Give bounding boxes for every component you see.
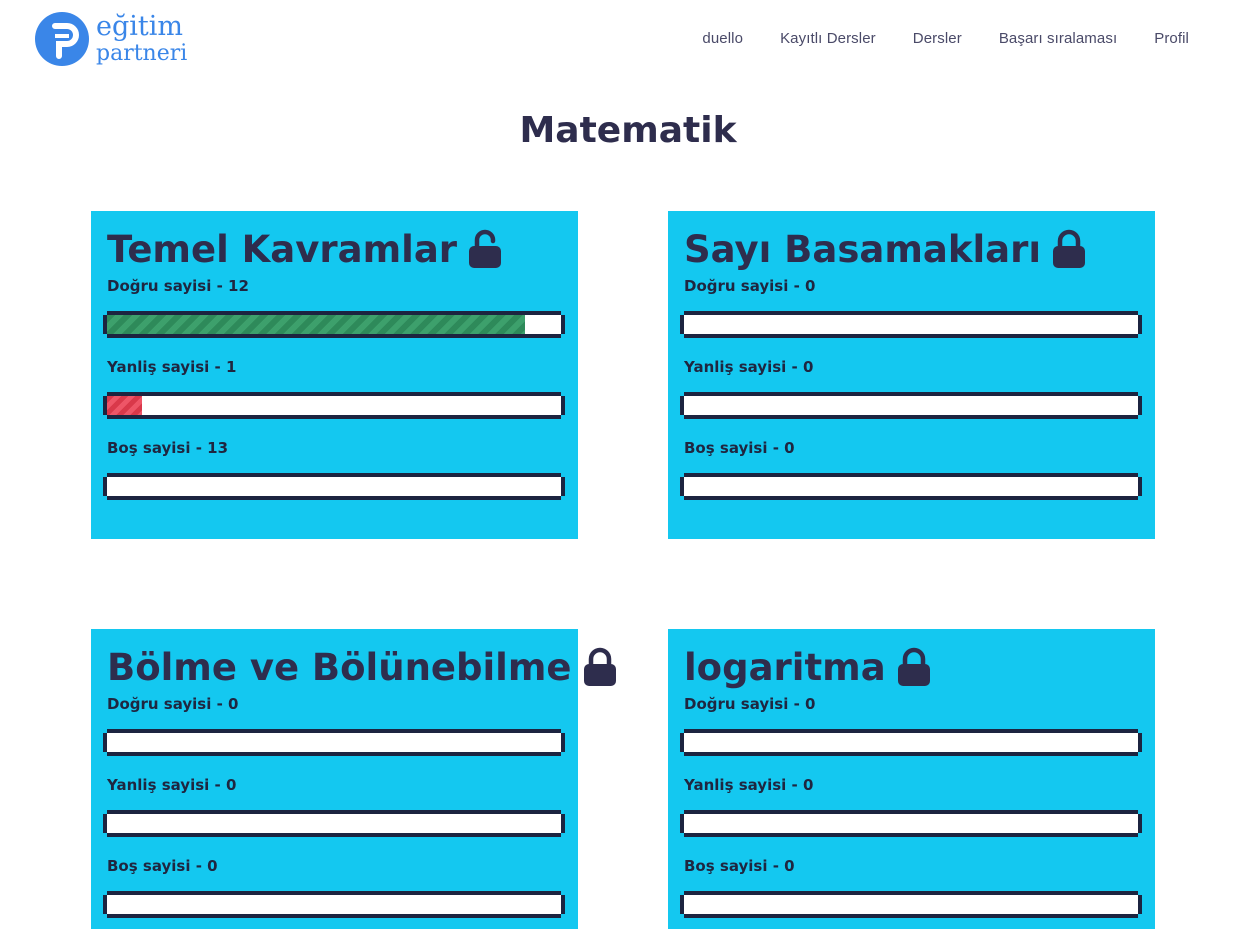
progress-bar bbox=[103, 473, 565, 500]
progress-bar bbox=[103, 392, 565, 419]
stat-1: Yanliş sayisi - 1 bbox=[103, 358, 566, 419]
stat-2: Boş sayisi - 0 bbox=[680, 857, 1143, 918]
topic-card-sayi-basamaklari[interactable]: Sayı Basamakları Doğru sayisi - 0 Yanliş s… bbox=[668, 211, 1155, 539]
topic-card-logaritma[interactable]: logaritma Doğru sayisi - 0 Yanliş sayisi -… bbox=[668, 629, 1155, 929]
lock-closed-icon bbox=[896, 647, 932, 687]
page-title: Matematik bbox=[519, 110, 737, 151]
stat-1: Yanliş sayisi - 0 bbox=[680, 358, 1143, 419]
progress-bar bbox=[103, 311, 565, 338]
stat-label: Doğru sayisi - 0 bbox=[684, 277, 816, 295]
stat-label: Yanliş sayisi - 1 bbox=[107, 358, 237, 376]
stat-2: Boş sayisi - 0 bbox=[103, 857, 566, 918]
stat-label: Boş sayisi - 0 bbox=[107, 857, 218, 875]
header: eğitim partneri duello Kayıtlı Dersler D… bbox=[0, 0, 1256, 84]
logo-text-line2: partneri bbox=[96, 40, 188, 66]
progress-bar bbox=[680, 311, 1142, 338]
progress-bar bbox=[103, 810, 565, 837]
topic-card-bolme-ve-bolunebilme[interactable]: Bölme ve Bölünebilme Doğru sayisi - 0 Yanl… bbox=[91, 629, 616, 929]
nav-item-duello[interactable]: duello bbox=[702, 30, 743, 47]
logo[interactable]: eğitim partneri bbox=[35, 12, 187, 66]
stat-label: Yanliş sayisi - 0 bbox=[684, 358, 814, 376]
progress-bar bbox=[680, 392, 1142, 419]
stat-label: Boş sayisi - 0 bbox=[684, 857, 795, 875]
progress-bar bbox=[103, 729, 565, 756]
progress-bar bbox=[680, 729, 1142, 756]
nav-item-profil[interactable]: Profil bbox=[1154, 30, 1189, 47]
progress-fill bbox=[107, 315, 525, 334]
card-title: Sayı Basamakları bbox=[684, 225, 1143, 273]
stat-1: Yanliş sayisi - 0 bbox=[680, 776, 1143, 837]
card-title-text: Bölme ve Bölünebilme bbox=[107, 645, 572, 689]
progress-fill bbox=[107, 396, 142, 415]
stat-label: Doğru sayisi - 0 bbox=[107, 695, 239, 713]
stat-label: Doğru sayisi - 0 bbox=[684, 695, 816, 713]
logo-mark-icon bbox=[35, 12, 89, 66]
stat-2: Boş sayisi - 0 bbox=[680, 439, 1143, 500]
stat-1: Yanliş sayisi - 0 bbox=[103, 776, 566, 837]
stat-2: Boş sayisi - 13 bbox=[103, 439, 566, 500]
stat-label: Boş sayisi - 13 bbox=[107, 439, 229, 457]
stat-label: Doğru sayisi - 12 bbox=[107, 277, 249, 295]
card-title: logaritma bbox=[684, 643, 1143, 691]
card-title-text: Temel Kavramlar bbox=[107, 227, 458, 271]
stat-0: Doğru sayisi - 0 bbox=[680, 277, 1143, 338]
nav-item-dersler[interactable]: Dersler bbox=[913, 30, 962, 47]
nav-item-kayitli-dersler[interactable]: Kayıtlı Dersler bbox=[780, 30, 876, 47]
logo-text-line1: eğitim bbox=[96, 10, 183, 42]
card-title-text: logaritma bbox=[684, 645, 886, 689]
lock-closed-icon bbox=[1051, 229, 1087, 269]
stat-label: Yanliş sayisi - 0 bbox=[107, 776, 237, 794]
stat-label: Yanliş sayisi - 0 bbox=[684, 776, 814, 794]
stat-label: Boş sayisi - 0 bbox=[684, 439, 795, 457]
card-title-text: Sayı Basamakları bbox=[684, 227, 1042, 271]
card-title: Temel Kavramlar bbox=[107, 225, 566, 273]
progress-bar bbox=[680, 810, 1142, 837]
main-nav: duello Kayıtlı Dersler Dersler Başarı sı… bbox=[665, 30, 1189, 47]
stat-0: Doğru sayisi - 12 bbox=[103, 277, 566, 338]
lock-closed-icon bbox=[582, 647, 618, 687]
progress-bar bbox=[680, 473, 1142, 500]
stat-0: Doğru sayisi - 0 bbox=[103, 695, 566, 756]
topic-card-temel-kavramlar[interactable]: Temel Kavramlar Doğru sayisi - 12 Yanliş s… bbox=[91, 211, 578, 539]
progress-bar bbox=[103, 891, 565, 918]
stat-0: Doğru sayisi - 0 bbox=[680, 695, 1143, 756]
card-title: Bölme ve Bölünebilme bbox=[107, 643, 616, 691]
lock-open-icon bbox=[467, 229, 503, 269]
progress-bar bbox=[680, 891, 1142, 918]
nav-item-basari-siralamasi[interactable]: Başarı sıralaması bbox=[999, 30, 1117, 47]
